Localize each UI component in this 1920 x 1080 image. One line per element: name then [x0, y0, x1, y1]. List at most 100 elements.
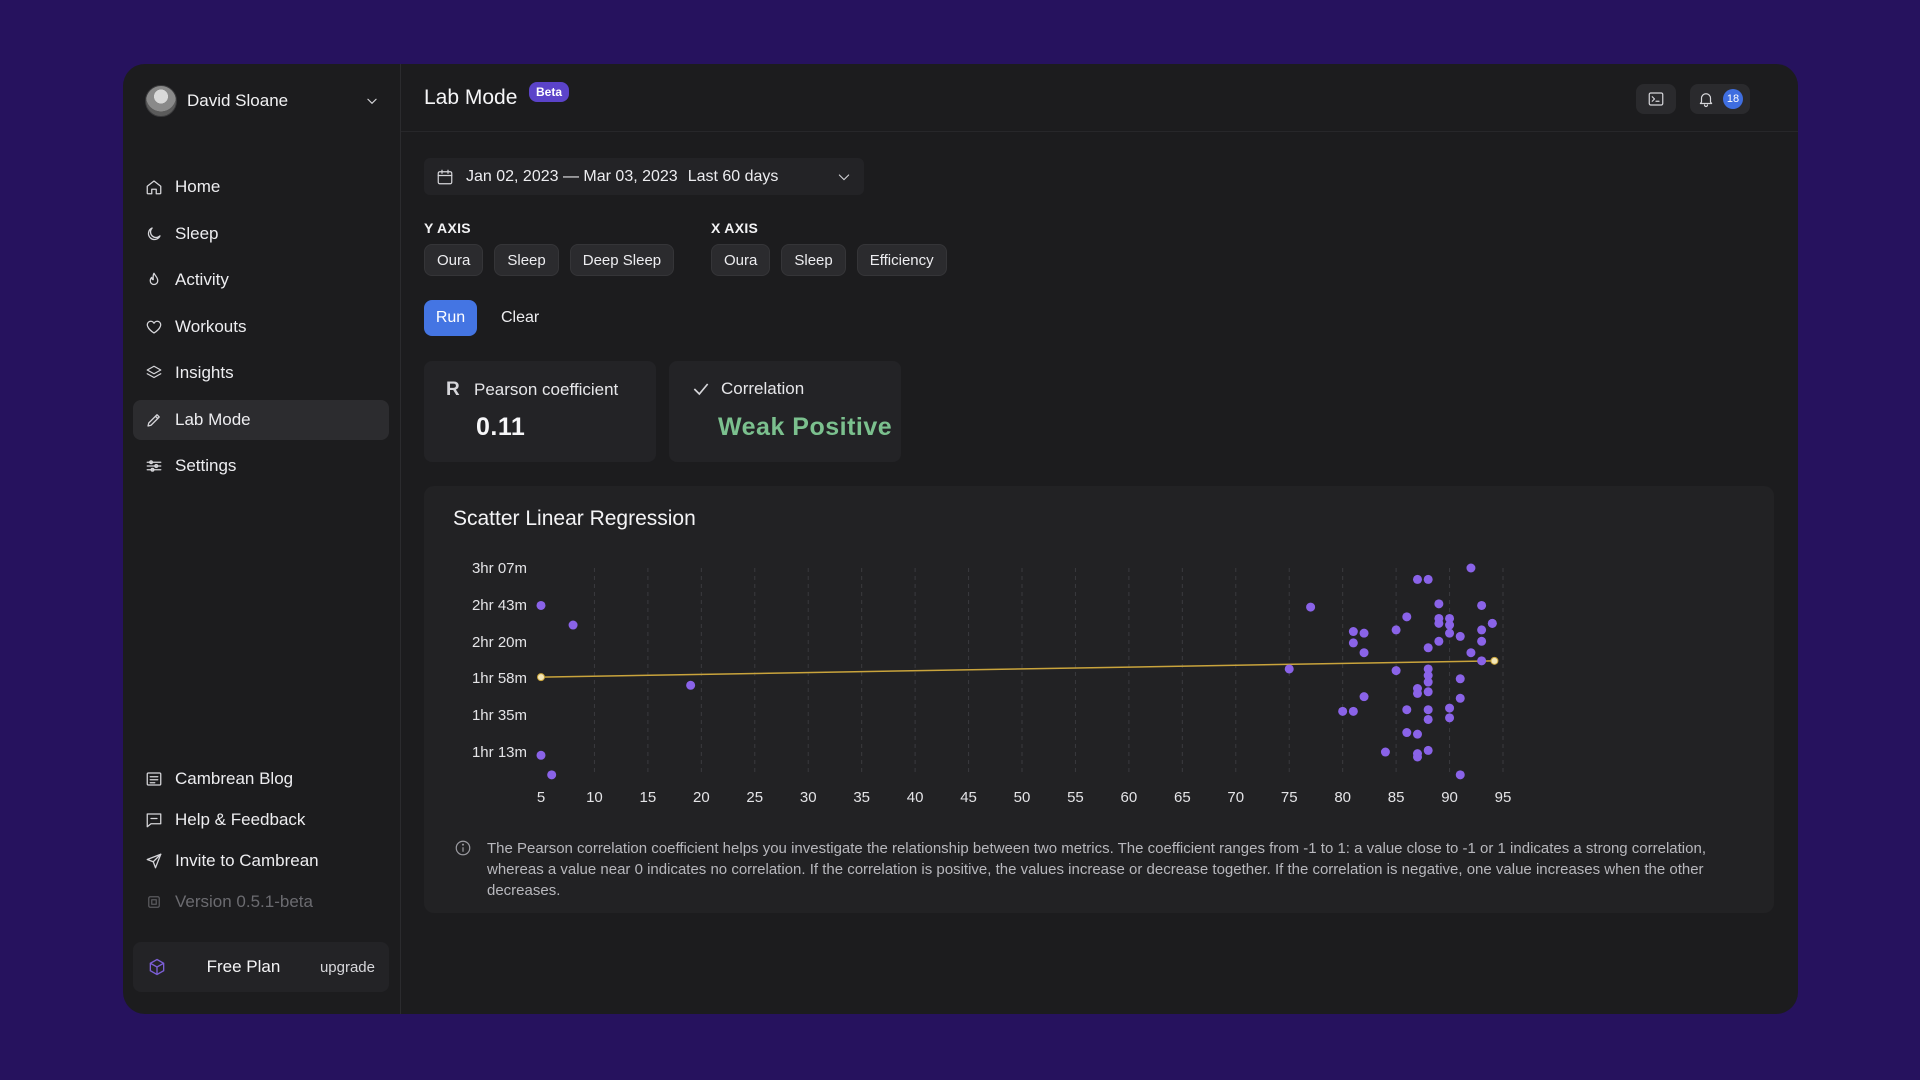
- home-icon: [146, 180, 162, 195]
- scatter-point: [1455, 674, 1465, 684]
- y-chip-metric[interactable]: Deep Sleep: [569, 244, 675, 276]
- sidebar-item-lab-mode[interactable]: Lab Mode: [133, 399, 389, 440]
- send-icon: [146, 853, 162, 868]
- correlation-value: Weak Positive: [718, 413, 893, 441]
- blog-link[interactable]: Cambrean Blog: [133, 758, 389, 799]
- moon-icon: [147, 226, 161, 240]
- scatter-point: [1423, 714, 1433, 724]
- pearson-card: R Pearson coefficient 0.11: [424, 361, 656, 462]
- pearson-label: Pearson coefficient: [474, 380, 619, 399]
- x-tick-label: 60: [1121, 789, 1138, 806]
- regression-line: [540, 660, 1495, 678]
- y-tick-label: 1hr 35m: [472, 707, 527, 724]
- scatter-point: [1434, 618, 1444, 628]
- sidebar-item-workouts[interactable]: Workouts: [133, 307, 389, 347]
- x-chip-source[interactable]: Oura: [711, 244, 771, 276]
- sidebar-item-label: Sleep: [175, 223, 219, 243]
- scatter-point: [1423, 574, 1433, 584]
- x-tick-label: 30: [800, 789, 817, 806]
- chevron-down-icon: [367, 98, 377, 105]
- sidebar-item-activity[interactable]: Activity: [133, 260, 389, 300]
- notifications-button[interactable]: 18: [1690, 84, 1750, 114]
- x-tick-label: 40: [907, 789, 924, 806]
- sidebar-item-insights[interactable]: Insights: [133, 353, 389, 393]
- y-chip-source[interactable]: Oura: [424, 244, 484, 276]
- date-range-picker[interactable]: Jan 02, 2023 — Mar 03, 2023 Last 60 days: [424, 158, 864, 195]
- y-tick-label: 3hr 07m: [472, 560, 527, 577]
- sidebar-footer-links: Cambrean Blog Help & Feedback Invite to …: [133, 758, 389, 922]
- upgrade-button[interactable]: upgrade: [320, 959, 375, 976]
- run-button[interactable]: Run: [424, 300, 477, 336]
- sidebar-nav: Home Sleep Activity Workouts Insights La…: [133, 167, 389, 493]
- scatter-point: [1445, 628, 1455, 638]
- main-content: Lab Mode Beta 18 Jan 02, 2023 — Mar 03, …: [401, 64, 1798, 1014]
- scatter-point: [1445, 703, 1455, 713]
- top-bar: Lab Mode Beta 18: [401, 64, 1798, 132]
- y-axis-label: Y AXIS: [424, 220, 471, 236]
- x-chip-category[interactable]: Sleep: [781, 244, 846, 276]
- scatter-point: [1445, 620, 1455, 630]
- x-tick-label: 80: [1334, 789, 1351, 806]
- notification-count-badge: 18: [1723, 89, 1743, 109]
- help-feedback-link[interactable]: Help & Feedback: [133, 799, 389, 840]
- scatter-point: [1348, 627, 1358, 637]
- sidebar-item-sleep[interactable]: Sleep: [133, 214, 389, 254]
- scatter-chart: 5 10 15 20 25 30 35 40 45 50 55 60 65 70 75 80 85 90 95 3hr…: [472, 560, 1511, 806]
- scatter-point: [1306, 602, 1316, 612]
- regression-endpoint: [537, 673, 545, 682]
- sidebar-item-label: Insights: [175, 363, 234, 382]
- sidebar: David Sloane Home Sleep Activity Workout…: [123, 64, 401, 1014]
- scatter-point: [1391, 625, 1401, 635]
- scatter-point: [1455, 770, 1465, 780]
- y-axis-chips: Oura Sleep Deep Sleep: [424, 244, 675, 276]
- scatter-point: [1412, 729, 1422, 739]
- correlation-card: Correlation Weak Positive: [669, 361, 901, 462]
- scatter-point: [1402, 705, 1412, 715]
- scatter-point: [1423, 643, 1433, 653]
- user-name: David Sloane: [187, 91, 289, 110]
- scatter-point: [1434, 636, 1444, 646]
- clear-button[interactable]: Clear: [495, 300, 545, 336]
- sidebar-item-label: Workouts: [175, 316, 247, 336]
- avatar: [145, 85, 177, 117]
- x-tick-label: 10: [586, 789, 603, 806]
- sidebar-item-settings[interactable]: Settings: [133, 446, 389, 486]
- scatter-point: [1477, 636, 1487, 646]
- invite-link-label: Invite to Cambrean: [175, 850, 319, 870]
- heart-icon: [146, 320, 162, 334]
- chevron-down-icon: [838, 173, 850, 180]
- sidebar-item-label: Home: [175, 177, 221, 196]
- scatter-point: [1359, 648, 1369, 658]
- scatter-point: [1412, 752, 1422, 762]
- y-chip-category[interactable]: Sleep: [494, 244, 559, 276]
- scatter-point: [1412, 688, 1422, 698]
- sidebar-item-label: Settings: [175, 456, 237, 475]
- terminal-button[interactable]: [1636, 84, 1676, 114]
- scatter-point: [1359, 692, 1369, 702]
- x-chip-metric[interactable]: Efficiency: [856, 244, 947, 276]
- scatter-point: [1423, 687, 1433, 697]
- blog-link-label: Cambrean Blog: [175, 768, 294, 788]
- scatter-point: [1477, 600, 1487, 610]
- sliders-icon: [146, 460, 162, 472]
- scatter-point: [1455, 693, 1465, 703]
- x-tick-label: 85: [1388, 789, 1405, 806]
- x-tick-label: 45: [960, 789, 977, 806]
- chart-card: Scatter Linear Regression 5 10 15 20 25 30 35 4…: [424, 486, 1774, 913]
- scatter-point: [1359, 628, 1369, 638]
- scatter-point: [1423, 705, 1433, 715]
- x-tick-label: 15: [640, 789, 657, 806]
- user-menu[interactable]: David Sloane: [145, 83, 379, 119]
- scatter-point: [1402, 728, 1412, 738]
- scatter-point: [1423, 745, 1433, 755]
- scatter-point: [1402, 612, 1412, 622]
- page-title: Lab Mode: [424, 86, 518, 109]
- scatter-point: [1477, 625, 1487, 635]
- scatter-point: [568, 620, 578, 630]
- plan-box: Free Plan upgrade: [133, 942, 389, 992]
- sidebar-item-home[interactable]: Home: [133, 167, 389, 207]
- invite-link[interactable]: Invite to Cambrean: [133, 840, 389, 881]
- scatter-point: [1466, 563, 1476, 573]
- date-preset-select[interactable]: Last 60 days: [688, 168, 836, 186]
- plan-name: Free Plan: [206, 957, 281, 976]
